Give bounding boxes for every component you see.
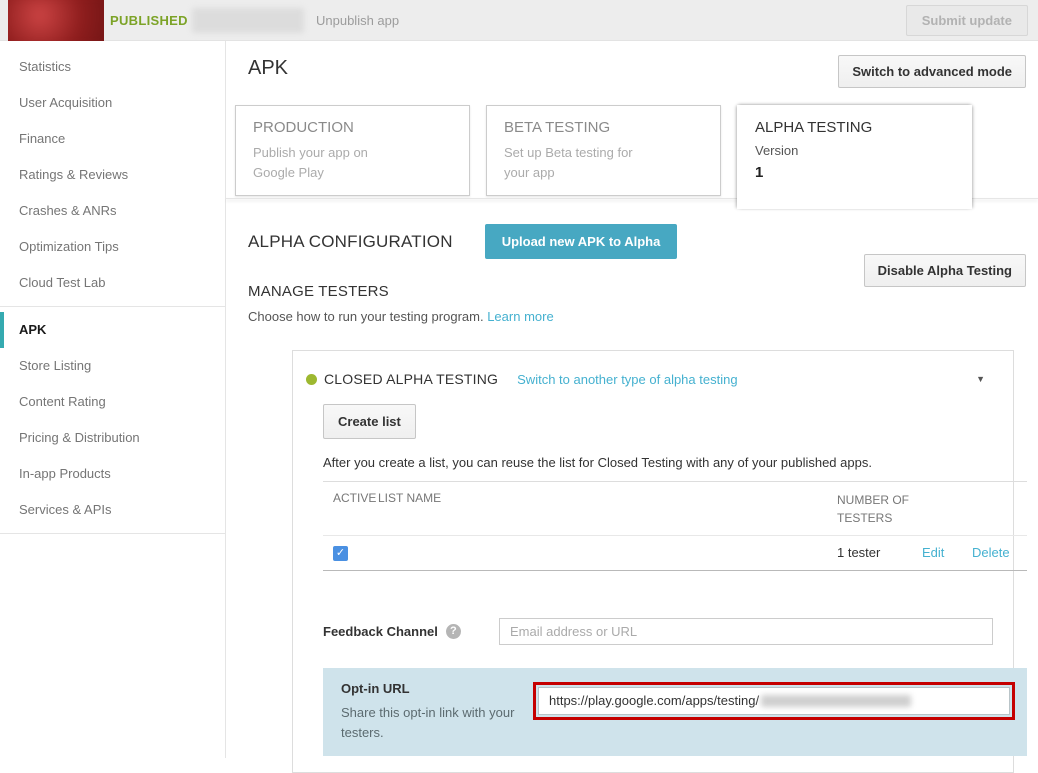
sidebar-item-store-listing[interactable]: Store Listing: [0, 348, 225, 384]
column-header-active: ACTIVE: [323, 491, 378, 527]
sidebar-item-optimization-tips[interactable]: Optimization Tips: [0, 229, 225, 265]
track-tabs: PRODUCTION Publish your app on Google Pl…: [226, 105, 1038, 199]
switch-advanced-mode-button[interactable]: Switch to advanced mode: [838, 55, 1026, 88]
closed-alpha-panel: CLOSED ALPHA TESTING Switch to another t…: [292, 350, 1014, 773]
tab-title: BETA TESTING: [504, 119, 703, 136]
column-header-spacer: [972, 491, 1027, 527]
table-header-row: ACTIVE LIST NAME NUMBER OF TESTERS: [323, 482, 1027, 536]
table-row: ✓ 1 tester Edit Delete: [323, 536, 1027, 571]
redacted-app-name: [192, 8, 304, 33]
unpublish-app-link[interactable]: Unpublish app: [316, 0, 399, 41]
tester-lists-table: ACTIVE LIST NAME NUMBER OF TESTERS ✓ 1 t…: [323, 481, 1027, 571]
switch-alpha-type-link[interactable]: Switch to another type of alpha testing: [517, 372, 737, 387]
sidebar-divider: [0, 306, 225, 307]
sidebar-item-pricing-distribution[interactable]: Pricing & Distribution: [0, 420, 225, 456]
tab-production[interactable]: PRODUCTION Publish your app on Google Pl…: [235, 105, 470, 196]
closed-alpha-title: CLOSED ALPHA TESTING: [324, 371, 498, 387]
active-checkbox[interactable]: ✓: [333, 546, 348, 561]
opt-in-url-description: Share this opt-in link with your testers…: [341, 703, 533, 743]
tab-beta-testing[interactable]: BETA TESTING Set up Beta testing for you…: [486, 105, 721, 196]
sidebar-item-finance[interactable]: Finance: [0, 121, 225, 157]
panel-header: CLOSED ALPHA TESTING Switch to another t…: [306, 371, 993, 387]
redacted-url-suffix: [761, 695, 911, 707]
app-icon[interactable]: [8, 0, 104, 41]
manage-testers-description: Choose how to run your testing program. …: [248, 309, 1026, 324]
published-status-badge: PUBLISHED: [110, 0, 188, 41]
sidebar-item-ratings-reviews[interactable]: Ratings & Reviews: [0, 157, 225, 193]
active-status-dot-icon: [306, 374, 317, 385]
chevron-down-icon[interactable]: ▼: [976, 374, 985, 384]
edit-list-link[interactable]: Edit: [922, 545, 944, 560]
main-content: APK Switch to advanced mode PRODUCTION P…: [226, 41, 1038, 758]
sidebar-item-in-app-products[interactable]: In-app Products: [0, 456, 225, 492]
alpha-tab-content: ALPHA CONFIGURATION Upload new APK to Al…: [226, 199, 1038, 773]
page-title: APK: [248, 57, 288, 80]
version-label: Version: [755, 143, 954, 158]
tab-subtitle: Set up Beta testing for your app: [504, 143, 654, 183]
delete-list-link[interactable]: Delete: [972, 545, 1010, 560]
top-bar: PUBLISHED Unpublish app Submit update: [0, 0, 1038, 41]
feedback-channel-input[interactable]: [499, 618, 993, 645]
opt-in-url-box: Opt-in URL Share this opt-in link with y…: [323, 668, 1027, 756]
tab-title: PRODUCTION: [253, 119, 452, 136]
disable-alpha-testing-button[interactable]: Disable Alpha Testing: [864, 254, 1026, 287]
submit-update-button[interactable]: Submit update: [906, 5, 1028, 36]
testers-count: 1 tester: [837, 543, 922, 563]
opt-in-url-label: Opt-in URL: [341, 681, 533, 696]
red-annotation-highlight: https://play.google.com/apps/testing/: [533, 682, 1015, 720]
tab-title: ALPHA TESTING: [755, 119, 954, 136]
version-value: 1: [755, 164, 954, 181]
sidebar-item-statistics[interactable]: Statistics: [0, 49, 225, 85]
tab-alpha-testing[interactable]: ALPHA TESTING Version 1: [737, 105, 972, 209]
sidebar: Statistics User Acquisition Finance Rati…: [0, 41, 226, 758]
create-list-button[interactable]: Create list: [323, 404, 416, 439]
sidebar-item-user-acquisition[interactable]: User Acquisition: [0, 85, 225, 121]
feedback-channel-row: Feedback Channel ?: [323, 618, 993, 645]
learn-more-link[interactable]: Learn more: [487, 309, 553, 324]
column-header-spacer: [922, 491, 972, 527]
redacted-app-icon: [8, 0, 104, 41]
opt-in-url-input[interactable]: https://play.google.com/apps/testing/: [538, 687, 1010, 715]
page-header: APK Switch to advanced mode: [226, 41, 1038, 101]
sidebar-item-cloud-test-lab[interactable]: Cloud Test Lab: [0, 265, 225, 301]
reuse-list-note: After you create a list, you can reuse t…: [323, 455, 993, 470]
sidebar-item-services-apis[interactable]: Services & APIs: [0, 492, 225, 528]
help-icon[interactable]: ?: [446, 624, 461, 639]
opt-in-url-value: https://play.google.com/apps/testing/: [549, 693, 759, 708]
sidebar-item-apk[interactable]: APK: [0, 312, 225, 348]
alpha-configuration-title: ALPHA CONFIGURATION: [248, 232, 453, 252]
column-header-list-name: LIST NAME: [378, 491, 837, 527]
sidebar-divider: [0, 533, 225, 534]
manage-testers-text: Choose how to run your testing program.: [248, 309, 484, 324]
upload-apk-alpha-button[interactable]: Upload new APK to Alpha: [485, 224, 678, 259]
feedback-channel-label: Feedback Channel: [323, 624, 438, 639]
sidebar-item-crashes-anrs[interactable]: Crashes & ANRs: [0, 193, 225, 229]
sidebar-item-content-rating[interactable]: Content Rating: [0, 384, 225, 420]
tab-subtitle: Publish your app on Google Play: [253, 143, 403, 183]
column-header-number-of-testers: NUMBER OF TESTERS: [837, 491, 922, 527]
